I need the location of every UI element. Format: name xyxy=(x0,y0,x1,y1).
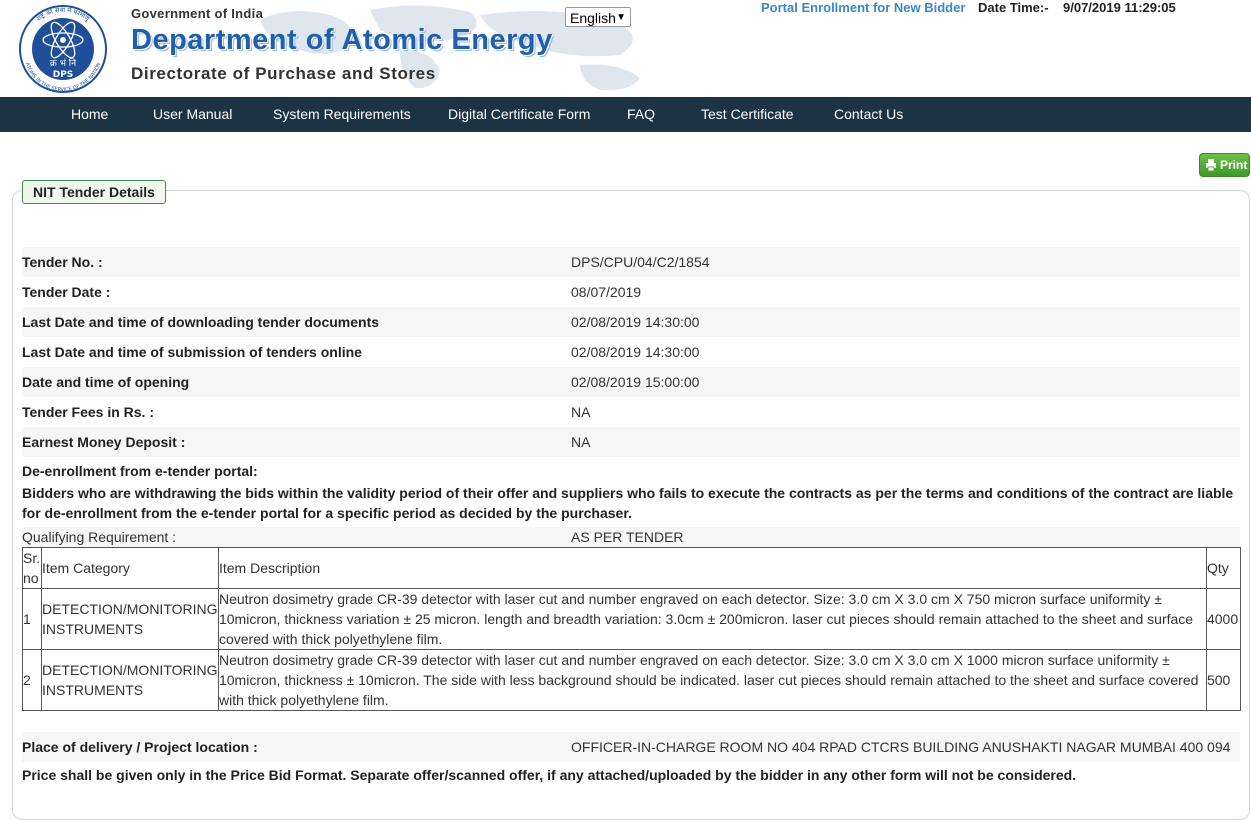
items-table: Sr. no Item Category Item Description Qt… xyxy=(22,547,1242,711)
bidder-enrollment-link[interactable]: Portal Enrollment for New Bidder xyxy=(761,0,965,15)
deenrollment-text: Bidders who are withdrawing the bids wit… xyxy=(22,485,1234,521)
nav-home[interactable]: Home xyxy=(71,97,108,132)
detail-value: 02/08/2019 14:30:00 xyxy=(571,344,700,360)
detail-row-emd: Earnest Money Deposit : NA xyxy=(22,427,1240,457)
detail-label: Last Date and time of downloading tender… xyxy=(22,314,380,330)
detail-label: Last Date and time of submission of tend… xyxy=(22,344,362,360)
detail-row-tender-no: Tender No. : DPS/CPU/04/C2/1854 xyxy=(22,247,1240,277)
department-title: Department of Atomic Energy xyxy=(131,24,553,56)
cell-qty: 500 xyxy=(1205,649,1242,711)
nav-contact-us[interactable]: Contact Us xyxy=(834,97,903,132)
qualifying-value: AS PER TENDER xyxy=(571,529,684,545)
cell-category: DETECTION/MONITORING INSTRUMENTS xyxy=(40,649,219,711)
dps-emblem-logo: क्र भं नि DPS राष्ट्र की सेवा में परमाणु… xyxy=(19,5,107,93)
main-navigation: Home User Manual System Requirements Dig… xyxy=(0,97,1251,132)
col-header-sr: Sr. no xyxy=(22,547,42,589)
detail-row-submission-deadline: Last Date and time of submission of tend… xyxy=(22,337,1240,367)
nav-user-manual[interactable]: User Manual xyxy=(153,97,232,132)
table-header-row: Sr. no Item Category Item Description Qt… xyxy=(22,547,1242,589)
print-button[interactable]: Print xyxy=(1199,153,1250,177)
nav-test-certificate[interactable]: Test Certificate xyxy=(701,97,794,132)
cell-description: Neutron dosimetry grade CR-39 detector w… xyxy=(217,588,1207,650)
table-row: 1 DETECTION/MONITORING INSTRUMENTS Neutr… xyxy=(22,588,1242,650)
qualifying-requirement-row: Qualifying Requirement : AS PER TENDER xyxy=(22,527,1240,547)
delivery-location-value: OFFICER-IN-CHARGE ROOM NO 404 RPAD CTCRS… xyxy=(571,739,1231,755)
panel-title: NIT Tender Details xyxy=(22,180,166,204)
directorate-title: Directorate of Purchase and Stores xyxy=(131,64,436,83)
detail-row-opening-date: Date and time of opening 02/08/2019 15:0… xyxy=(22,367,1240,397)
detail-value: 08/07/2019 xyxy=(571,284,642,300)
detail-row-tender-date: Tender Date : 08/07/2019 xyxy=(22,277,1240,307)
table-row: 2 DETECTION/MONITORING INSTRUMENTS Neutr… xyxy=(22,649,1242,711)
detail-value: DPS/CPU/04/C2/1854 xyxy=(571,254,710,270)
language-selected-value: English xyxy=(570,10,616,26)
detail-label: Tender Date : xyxy=(22,284,111,300)
site-header: क्र भं नि DPS राष्ट्र की सेवा में परमाणु… xyxy=(0,0,1251,97)
detail-label: Earnest Money Deposit : xyxy=(22,434,186,450)
datetime-label: Date Time:- xyxy=(978,0,1049,15)
cell-sr: 2 xyxy=(22,649,42,711)
price-bid-note: Price shall be given only in the Price B… xyxy=(22,767,1077,783)
cell-sr: 1 xyxy=(22,588,42,650)
print-label: Print xyxy=(1220,158,1248,172)
delivery-location-row: Place of delivery / Project location : O… xyxy=(22,732,1240,762)
nav-faq[interactable]: FAQ xyxy=(627,97,655,132)
col-header-qty: Qty xyxy=(1205,547,1242,589)
detail-value: NA xyxy=(571,434,591,450)
detail-row-download-deadline: Last Date and time of downloading tender… xyxy=(22,307,1240,337)
qualifying-label: Qualifying Requirement : xyxy=(22,529,177,545)
detail-value: 02/08/2019 15:00:00 xyxy=(571,374,700,390)
svg-text:DPS: DPS xyxy=(53,70,74,80)
detail-value: 02/08/2019 14:30:00 xyxy=(571,314,700,330)
detail-row-tender-fees: Tender Fees in Rs. : NA xyxy=(22,397,1240,427)
deenrollment-heading: De-enrollment from e-tender portal: xyxy=(22,463,258,479)
nav-digital-certificate-form[interactable]: Digital Certificate Form xyxy=(448,97,590,132)
dropdown-arrow-icon: ▼ xyxy=(616,12,626,23)
detail-label: Tender No. : xyxy=(22,254,103,270)
detail-label: Date and time of opening xyxy=(22,374,190,390)
datetime-value: 9/07/2019 11:29:05 xyxy=(1063,0,1176,15)
government-label: Government of India xyxy=(131,6,264,21)
col-header-description: Item Description xyxy=(217,547,1207,589)
cell-description: Neutron dosimetry grade CR-39 detector w… xyxy=(217,649,1207,711)
cell-qty: 4000 xyxy=(1205,588,1242,650)
detail-label: Tender Fees in Rs. : xyxy=(22,404,154,420)
language-select[interactable]: English ▼ xyxy=(565,7,631,27)
nav-system-requirements[interactable]: System Requirements xyxy=(273,97,411,132)
svg-text:क्र भं नि: क्र भं नि xyxy=(50,57,77,69)
cell-category: DETECTION/MONITORING INSTRUMENTS xyxy=(40,588,219,650)
delivery-location-label: Place of delivery / Project location : xyxy=(22,739,258,755)
detail-value: NA xyxy=(571,404,591,420)
col-header-category: Item Category xyxy=(40,547,219,589)
printer-icon xyxy=(1206,159,1216,171)
